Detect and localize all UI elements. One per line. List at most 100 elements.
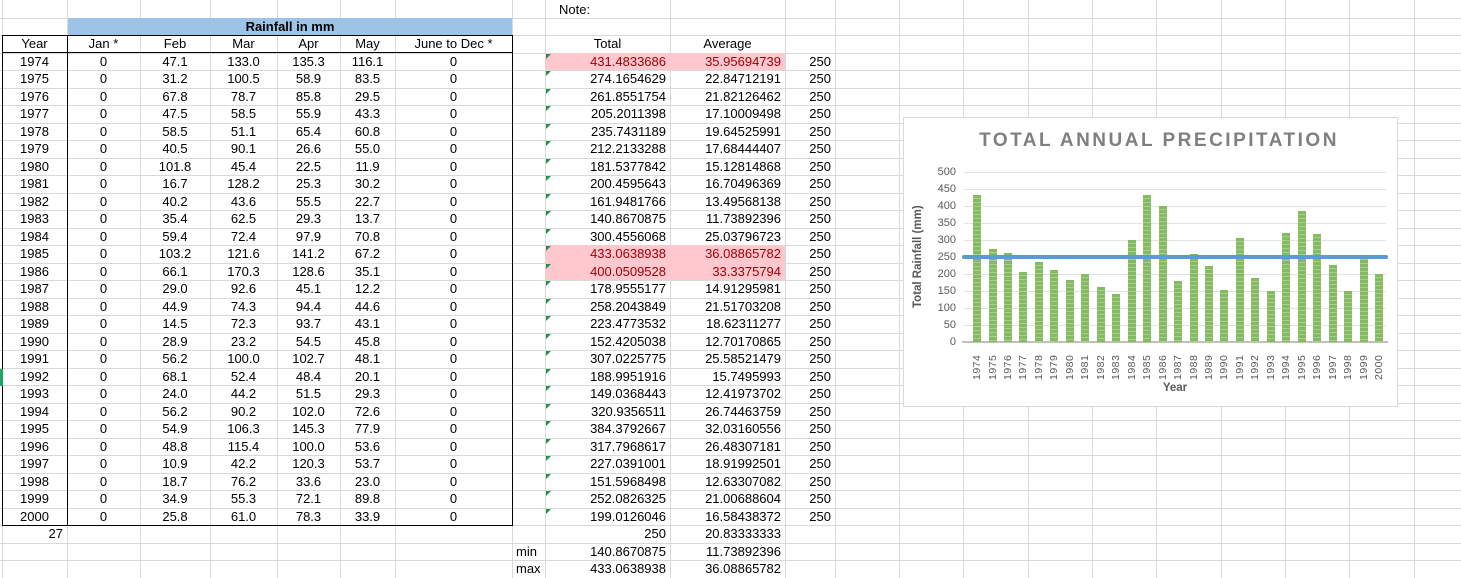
cell-year[interactable]: 1997 — [2, 455, 67, 473]
cell-month[interactable]: 83.5 — [340, 70, 395, 88]
cell-month[interactable]: 92.6 — [210, 280, 277, 298]
cell-month[interactable]: 40.5 — [140, 140, 210, 158]
bar-1974[interactable] — [973, 195, 981, 342]
cell-year[interactable]: 1994 — [2, 403, 67, 421]
cell-ref-250[interactable]: 250 — [785, 175, 835, 193]
cell-month[interactable]: 12.2 — [340, 280, 395, 298]
cell-year[interactable]: 1984 — [2, 228, 67, 246]
cell-month[interactable]: 0 — [395, 490, 512, 508]
cell-month[interactable]: 0 — [395, 403, 512, 421]
cell-month[interactable]: 24.0 — [140, 385, 210, 403]
cell-total[interactable]: 252.0826325 — [545, 490, 670, 508]
cell-average[interactable]: 32.03160556 — [670, 420, 785, 438]
cell-month[interactable]: 0 — [395, 140, 512, 158]
cell-month[interactable]: 0 — [67, 210, 140, 228]
cell-average[interactable]: 17.68444407 — [670, 140, 785, 158]
cell-month[interactable]: 35.1 — [340, 263, 395, 281]
cell-total[interactable]: 161.9481766 — [545, 193, 670, 211]
cell-ref-250[interactable]: 250 — [785, 280, 835, 298]
cell-month[interactable]: 128.2 — [210, 175, 277, 193]
cell-total[interactable]: 151.5968498 — [545, 473, 670, 491]
cell-month[interactable]: 68.1 — [140, 368, 210, 386]
cell-month[interactable]: 101.8 — [140, 158, 210, 176]
cell-ref-250[interactable]: 250 — [785, 123, 835, 141]
bar-1991[interactable] — [1236, 238, 1244, 342]
cell-month[interactable]: 133.0 — [210, 53, 277, 71]
cell-month[interactable]: 56.2 — [140, 350, 210, 368]
cell-average[interactable]: 19.64525991 — [670, 123, 785, 141]
cell-month[interactable]: 0 — [395, 350, 512, 368]
bar-1998[interactable] — [1344, 291, 1352, 343]
cell-month[interactable]: 67.8 — [140, 88, 210, 106]
cell-month[interactable]: 30.2 — [340, 175, 395, 193]
cell-month[interactable]: 29.5 — [340, 88, 395, 106]
cell-month[interactable]: 0 — [395, 123, 512, 141]
cell-month[interactable]: 0 — [67, 298, 140, 316]
cell-month[interactable]: 0 — [67, 473, 140, 491]
bar-1977[interactable] — [1019, 272, 1027, 342]
cell-year[interactable]: 1992 — [2, 368, 67, 386]
cell-average[interactable]: 21.82126462 — [670, 88, 785, 106]
cell-month[interactable]: 55.0 — [340, 140, 395, 158]
cell-month[interactable]: 23.2 — [210, 333, 277, 351]
cell-month[interactable]: 55.5 — [277, 193, 340, 211]
cell-month[interactable]: 100.0 — [277, 438, 340, 456]
cell-average[interactable]: 17.10009498 — [670, 105, 785, 123]
column-header-total[interactable]: Total — [545, 35, 670, 53]
cell-month[interactable]: 43.1 — [340, 315, 395, 333]
cell-year[interactable]: 1985 — [2, 245, 67, 263]
cell-total[interactable]: 433.0638938 — [545, 245, 670, 263]
cell-month[interactable]: 76.2 — [210, 473, 277, 491]
cell-month[interactable]: 44.9 — [140, 298, 210, 316]
cell-month[interactable]: 0 — [395, 88, 512, 106]
cell-average[interactable]: 18.91992501 — [670, 455, 785, 473]
cell-month[interactable]: 70.8 — [340, 228, 395, 246]
cell-average[interactable]: 12.63307082 — [670, 473, 785, 491]
cell-month[interactable]: 103.2 — [140, 245, 210, 263]
cell-month[interactable]: 72.4 — [210, 228, 277, 246]
cell-month[interactable]: 51.1 — [210, 123, 277, 141]
cell-average[interactable]: 33.3375794 — [670, 263, 785, 281]
cell-ref-250[interactable]: 250 — [785, 385, 835, 403]
cell-month[interactable]: 0 — [67, 280, 140, 298]
cell-total[interactable]: 235.7431189 — [545, 123, 670, 141]
cell-ref-250[interactable]: 250 — [785, 88, 835, 106]
cell-month[interactable]: 74.3 — [210, 298, 277, 316]
bar-2000[interactable] — [1375, 274, 1383, 342]
cell-year[interactable]: 1995 — [2, 420, 67, 438]
cell-month[interactable]: 25.3 — [277, 175, 340, 193]
cell-month[interactable]: 0 — [395, 210, 512, 228]
cell-year[interactable]: 1979 — [2, 140, 67, 158]
bar-1988[interactable] — [1190, 254, 1198, 342]
column-header[interactable]: Feb — [140, 35, 210, 53]
bar-1994[interactable] — [1282, 233, 1290, 342]
column-header[interactable]: Apr — [277, 35, 340, 53]
cell-ref-250[interactable]: 250 — [785, 158, 835, 176]
cell-ref-250[interactable]: 250 — [785, 70, 835, 88]
cell-ref-250[interactable]: 250 — [785, 105, 835, 123]
cell-ref-250[interactable]: 250 — [785, 315, 835, 333]
cell-average[interactable]: 15.7495993 — [670, 368, 785, 386]
cell-month[interactable]: 0 — [395, 245, 512, 263]
cell-month[interactable]: 35.4 — [140, 210, 210, 228]
cell-month[interactable]: 128.6 — [277, 263, 340, 281]
bar-1990[interactable] — [1220, 290, 1228, 342]
cell-month[interactable]: 33.6 — [277, 473, 340, 491]
cell-month[interactable]: 121.6 — [210, 245, 277, 263]
cell-total[interactable]: 205.2011398 — [545, 105, 670, 123]
cell-month[interactable]: 106.3 — [210, 420, 277, 438]
cell-ref-250[interactable]: 250 — [785, 210, 835, 228]
cell-month[interactable]: 62.5 — [210, 210, 277, 228]
cell-month[interactable]: 115.4 — [210, 438, 277, 456]
cell-total[interactable]: 149.0368443 — [545, 385, 670, 403]
cell-month[interactable]: 58.5 — [210, 105, 277, 123]
cell-ref-250[interactable]: 250 — [785, 333, 835, 351]
cell-month[interactable]: 34.9 — [140, 490, 210, 508]
cell-month[interactable]: 93.7 — [277, 315, 340, 333]
max-label[interactable]: max — [512, 560, 545, 578]
cell-month[interactable]: 0 — [395, 385, 512, 403]
cell-month[interactable]: 0 — [67, 455, 140, 473]
cell-month[interactable]: 0 — [67, 70, 140, 88]
cell-month[interactable]: 0 — [67, 508, 140, 526]
cell-month[interactable]: 23.0 — [340, 473, 395, 491]
